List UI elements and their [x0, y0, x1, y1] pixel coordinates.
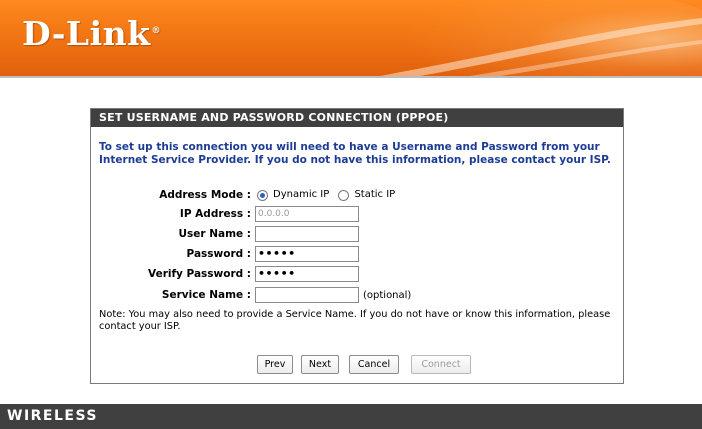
ip-address-row: IP Address : 0.0.0.0: [91, 205, 623, 223]
address-mode-label: Address Mode :: [159, 189, 251, 201]
service-name-input[interactable]: [255, 287, 359, 303]
logo-registered-mark: ®: [151, 26, 162, 36]
verify-password-input[interactable]: •••••: [255, 266, 359, 282]
ip-address-input[interactable]: 0.0.0.0: [255, 206, 359, 222]
connect-button[interactable]: Connect: [411, 355, 471, 374]
dynamic-ip-radio[interactable]: [257, 189, 268, 201]
next-button[interactable]: Next: [301, 355, 339, 374]
dlink-logo: D-Link®: [22, 14, 161, 53]
service-name-optional-hint: (optional): [363, 290, 412, 301]
password-label: Password :: [186, 248, 251, 260]
intro-text: To set up this connection you will need …: [99, 141, 611, 166]
prev-button[interactable]: Prev: [257, 355, 293, 374]
user-name-input[interactable]: [255, 226, 359, 242]
footer-wireless-text: WIRELESS: [7, 408, 99, 424]
wizard-buttons: Prev Next Cancel Connect: [91, 355, 623, 375]
header-divider: [0, 76, 702, 78]
service-name-note: Note: You may also need to provide a Ser…: [99, 309, 611, 332]
footer-bar: WIRELESS: [0, 404, 702, 429]
ip-address-label: IP Address :: [179, 208, 251, 220]
verify-password-row: Verify Password : •••••: [91, 265, 623, 283]
pppoe-setup-panel: SET USERNAME AND PASSWORD CONNECTION (PP…: [90, 108, 624, 384]
dynamic-ip-label: Dynamic IP: [273, 189, 330, 200]
password-row: Password : •••••: [91, 245, 623, 263]
verify-password-label: Verify Password :: [148, 268, 251, 280]
static-ip-label: Static IP: [354, 189, 396, 200]
logo-text: D-Link: [22, 14, 151, 53]
header-banner: D-Link®: [0, 0, 702, 76]
cancel-button[interactable]: Cancel: [349, 355, 399, 374]
address-mode-row: Address Mode : Dynamic IP Static IP: [91, 186, 623, 204]
user-name-label: User Name :: [178, 228, 251, 240]
service-name-row: Service Name : (optional): [91, 286, 623, 304]
static-ip-radio[interactable]: [338, 189, 350, 201]
user-name-row: User Name :: [91, 225, 623, 243]
service-name-label: Service Name :: [161, 289, 251, 301]
password-input[interactable]: •••••: [255, 246, 359, 262]
address-mode-options: Dynamic IP Static IP: [257, 186, 401, 204]
panel-title: SET USERNAME AND PASSWORD CONNECTION (PP…: [91, 109, 623, 127]
